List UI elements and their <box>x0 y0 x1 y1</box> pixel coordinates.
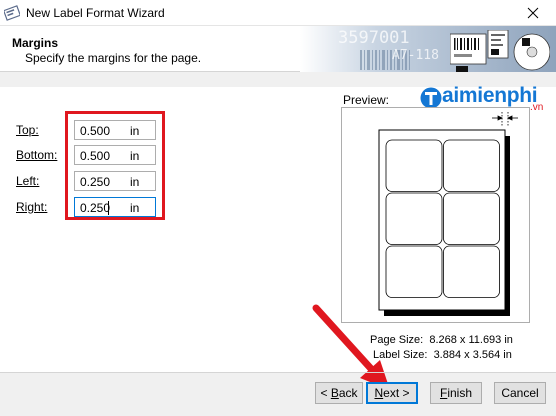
app-icon <box>4 5 20 21</box>
window-title: New Label Format Wizard <box>26 6 165 20</box>
top-label: Top: <box>16 123 39 137</box>
highlight-annotation <box>65 111 165 220</box>
header-graphic-text-2: A7-118 <box>392 48 439 63</box>
page-preview <box>378 112 518 316</box>
back-button-label: < Back <box>320 386 358 400</box>
header-graphic: 3597001 A7-118 <box>300 0 556 90</box>
label-art-icon <box>450 30 550 72</box>
finish-button[interactable]: Finish <box>430 382 482 404</box>
page-size-value: 8.268 x 11.693 in <box>429 334 513 346</box>
finish-button-label: Finish <box>439 386 473 400</box>
label-cell <box>385 139 443 192</box>
red-arrow-annotation <box>312 304 390 390</box>
preview-box <box>341 107 530 323</box>
next-button[interactable]: Next > <box>366 382 418 404</box>
left-label: Left: <box>16 174 40 188</box>
next-button-label: Next > <box>374 386 410 400</box>
label-cell <box>385 245 443 298</box>
page-title: Margins <box>12 36 59 50</box>
bottom-label: Bottom: <box>16 148 58 162</box>
watermark-text: aimienphi <box>442 84 538 107</box>
preview-label: Preview: <box>343 93 390 107</box>
cancel-button[interactable]: Cancel <box>494 382 546 404</box>
back-button[interactable]: < Back <box>315 382 363 404</box>
watermark-suffix: .vn <box>530 102 544 113</box>
cancel-button-label: Cancel <box>501 386 539 400</box>
label-cell <box>443 245 500 298</box>
label-size-value: 3.884 x 3.564 in <box>433 349 512 361</box>
right-label: Right: <box>16 200 48 214</box>
footer-separator <box>0 372 556 373</box>
header-graphic-text-1: 3597001 <box>338 28 410 48</box>
page-subtitle: Specify the margins for the page. <box>25 51 202 65</box>
label-cell <box>385 192 443 245</box>
label-cell <box>443 139 500 192</box>
label-cell <box>443 192 500 245</box>
margin-indicator-icon <box>492 112 518 126</box>
